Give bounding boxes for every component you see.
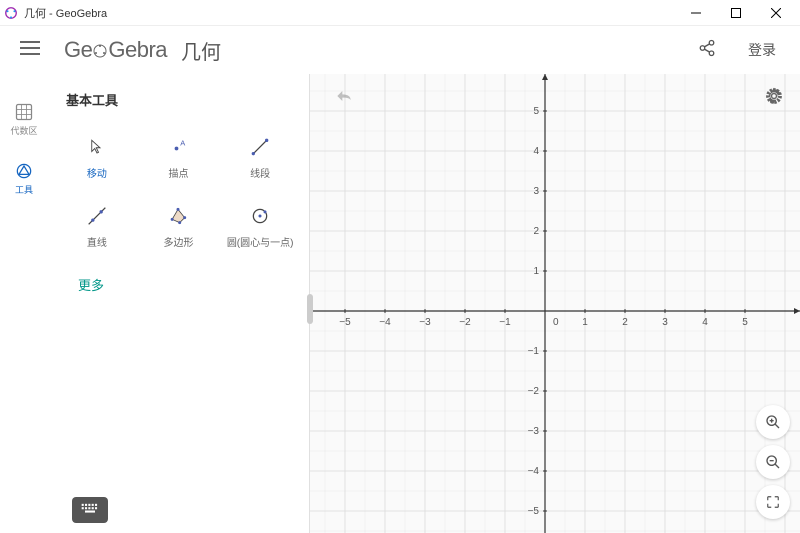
algebra-label: 代数区 xyxy=(10,124,37,137)
menu-button[interactable] xyxy=(12,33,48,68)
svg-text:1: 1 xyxy=(582,317,588,328)
svg-text:0: 0 xyxy=(553,317,559,328)
svg-text:1: 1 xyxy=(533,266,539,277)
app-icon xyxy=(4,6,18,20)
svg-text:−2: −2 xyxy=(459,317,471,328)
svg-text:2: 2 xyxy=(533,226,539,237)
svg-text:3: 3 xyxy=(662,317,668,328)
svg-text:4: 4 xyxy=(533,146,539,157)
app-logo: GeGebra xyxy=(64,37,167,63)
algebra-view-button[interactable]: 代数区 xyxy=(6,98,41,141)
more-tools-button[interactable]: 更多 xyxy=(58,265,299,304)
tool-line-label: 直线 xyxy=(87,234,107,249)
cursor-icon xyxy=(85,135,109,159)
svg-text:−4: −4 xyxy=(379,317,391,328)
settings-button[interactable] xyxy=(758,80,790,117)
svg-text:−4: −4 xyxy=(528,466,540,477)
maximize-button[interactable] xyxy=(716,0,756,26)
svg-text:−3: −3 xyxy=(528,426,540,437)
svg-text:4: 4 xyxy=(702,317,708,328)
svg-text:−3: −3 xyxy=(419,317,431,328)
svg-text:−1: −1 xyxy=(499,317,511,328)
zoom-out-button[interactable] xyxy=(756,445,790,479)
svg-text:A: A xyxy=(181,139,186,148)
tool-point-label: 描点 xyxy=(168,165,188,180)
zoom-in-button[interactable] xyxy=(756,405,790,439)
coordinate-grid: −5 −4 −3 −2 −1 0 1 2 3 4 5 −5 −4 −3 −2 −1 1 2 3 4 5 xyxy=(310,74,800,533)
left-rail: 代数区 工具 xyxy=(0,74,48,533)
panel-resize-handle[interactable] xyxy=(307,294,313,324)
svg-text:−2: −2 xyxy=(528,386,540,397)
svg-text:3: 3 xyxy=(533,186,539,197)
window-titlebar: 几何 - GeoGebra xyxy=(0,0,800,26)
point-icon: A xyxy=(166,135,190,159)
tool-polygon[interactable]: 多边形 xyxy=(140,194,218,259)
svg-text:−5: −5 xyxy=(339,317,351,328)
tool-segment[interactable]: 线段 xyxy=(221,125,299,190)
share-button[interactable] xyxy=(690,31,724,70)
polygon-icon xyxy=(166,204,190,228)
tools-panel-title: 基本工具 xyxy=(58,90,299,109)
svg-text:5: 5 xyxy=(742,317,748,328)
tool-move-label: 移动 xyxy=(87,165,107,180)
close-button[interactable] xyxy=(756,0,796,26)
tools-label: 工具 xyxy=(15,183,33,196)
page-title: 几何 xyxy=(181,36,221,65)
graphics-view[interactable]: −5 −4 −3 −2 −1 0 1 2 3 4 5 −5 −4 −3 −2 −1 1 2 3 4 5 xyxy=(310,74,800,533)
login-button[interactable]: 登录 xyxy=(736,32,788,68)
minimize-button[interactable] xyxy=(676,0,716,26)
svg-text:−5: −5 xyxy=(528,506,540,517)
fullscreen-button[interactable] xyxy=(756,485,790,519)
tool-segment-label: 线段 xyxy=(250,165,270,180)
svg-text:2: 2 xyxy=(622,317,628,328)
tools-panel: 基本工具 移动 A 描点 线段 直线 多边形 xyxy=(48,74,310,533)
segment-icon xyxy=(248,135,272,159)
svg-text:−1: −1 xyxy=(528,346,540,357)
tools-view-button[interactable]: 工具 xyxy=(10,157,38,200)
tool-move[interactable]: 移动 xyxy=(58,125,136,190)
tool-point[interactable]: A 描点 xyxy=(140,125,218,190)
virtual-keyboard-button[interactable] xyxy=(72,497,108,523)
tool-circle[interactable]: 圆(圆心与一点) xyxy=(221,194,299,259)
tool-circle-label: 圆(圆心与一点) xyxy=(227,234,294,249)
svg-text:5: 5 xyxy=(533,106,539,117)
app-header: GeGebra 几何 登录 xyxy=(0,26,800,74)
line-icon xyxy=(85,204,109,228)
undo-button[interactable] xyxy=(328,82,360,115)
tool-polygon-label: 多边形 xyxy=(163,234,193,249)
window-title: 几何 - GeoGebra xyxy=(24,5,676,21)
circle-icon xyxy=(248,204,272,228)
tool-line[interactable]: 直线 xyxy=(58,194,136,259)
